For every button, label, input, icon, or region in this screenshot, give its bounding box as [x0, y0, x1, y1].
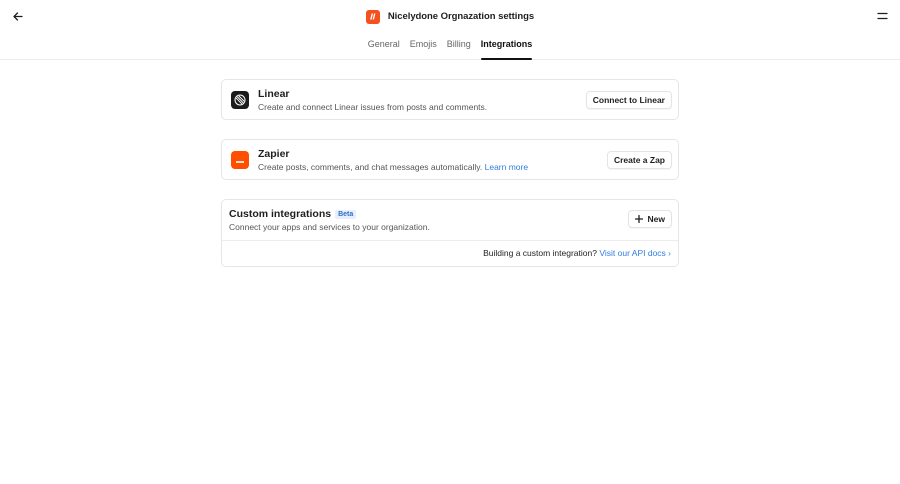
custom-integrations-card: Custom integrations Beta Connect your ap… — [221, 199, 679, 267]
page-title: Nicelydone Orgnazation settings — [387, 11, 535, 22]
zapier-logo-icon — [231, 151, 249, 169]
zapier-description-row: Create posts, comments, and chat message… — [258, 162, 528, 172]
zapier-name: Zapier — [258, 148, 290, 160]
custom-integrations-title: Custom integrations — [229, 208, 332, 220]
api-docs-link[interactable]: Visit our API docs › — [599, 248, 671, 258]
new-button-label: New — [647, 214, 665, 224]
zapier-description: Create posts, comments, and chat message… — [258, 162, 483, 172]
zapier-integration-card: Zapier Create posts, comments, and chat … — [221, 139, 679, 180]
new-integration-button[interactable]: New — [627, 210, 672, 228]
learn-more-link[interactable]: Learn more — [485, 162, 528, 172]
linear-description: Create and connect Linear issues from po… — [258, 102, 488, 112]
custom-integrations-header: Custom integrations Beta — [229, 208, 357, 220]
linear-integration-card: Linear Create and connect Linear issues … — [221, 79, 679, 120]
page-header-title: Nicelydone Orgnazation settings — [0, 8, 900, 25]
menu-icon — [876, 12, 888, 20]
card-divider — [222, 240, 678, 241]
tab-emojis[interactable]: Emojis — [410, 37, 437, 60]
tab-general[interactable]: General — [368, 37, 400, 60]
custom-integration-question: Building a custom integration? — [483, 248, 597, 258]
create-zap-button[interactable]: Create a Zap — [606, 151, 672, 169]
custom-integrations-description: Connect your apps and services to your o… — [229, 222, 430, 232]
top-header: Nicelydone Orgnazation settings General … — [0, 0, 900, 60]
connect-linear-button[interactable]: Connect to Linear — [585, 91, 672, 109]
linear-name: Linear — [258, 88, 290, 100]
menu-button[interactable] — [875, 9, 889, 23]
tab-integrations[interactable]: Integrations — [480, 37, 532, 60]
settings-tabs: General Emojis Billing Integrations — [0, 37, 900, 60]
plus-icon — [634, 215, 643, 223]
organization-logo — [365, 9, 380, 24]
org-logo-icon — [370, 13, 376, 20]
api-docs-note: Building a custom integration? Visit our… — [483, 248, 671, 258]
tab-billing[interactable]: Billing — [447, 37, 471, 60]
beta-badge: Beta — [335, 209, 357, 219]
linear-logo-icon — [231, 91, 249, 109]
